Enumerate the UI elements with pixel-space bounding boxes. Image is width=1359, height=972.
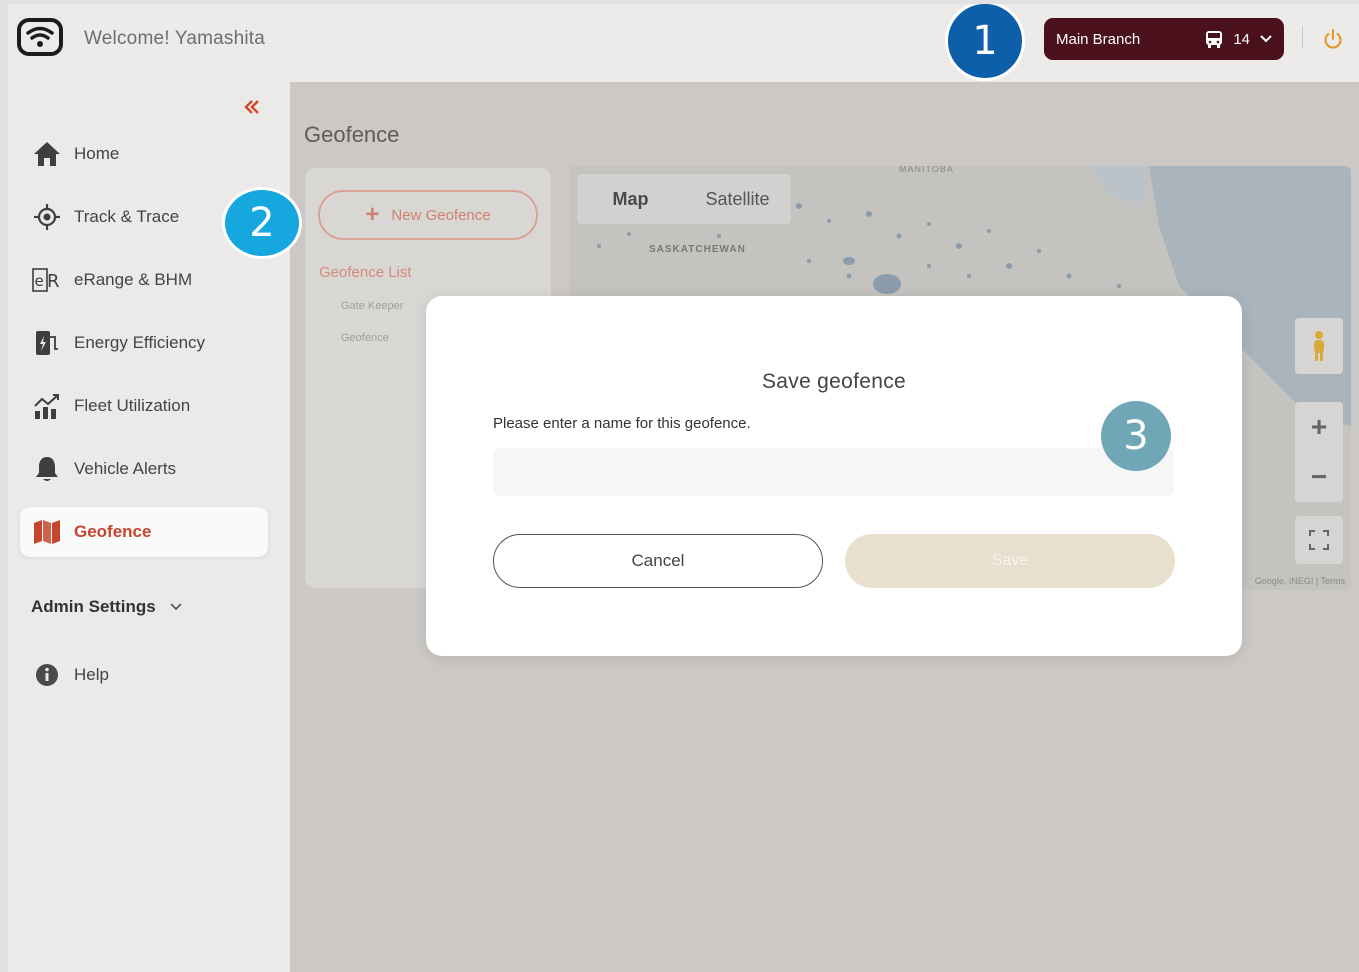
sidebar-item-label: Track & Trace [74, 207, 180, 226]
admin-settings-toggle[interactable]: Admin Settings [31, 597, 182, 617]
zoom-in-icon[interactable]: + [1311, 402, 1327, 452]
sidebar-item-label: Geofence [74, 522, 152, 541]
branch-name: Main Branch [1056, 30, 1141, 48]
map-type-map[interactable]: Map [577, 174, 684, 224]
map-attribution[interactable]: Google, INEGI | Terms [1255, 576, 1345, 586]
callout-marker-3: 3 [1101, 401, 1171, 471]
new-geofence-button[interactable]: + New Geofence [318, 190, 538, 240]
sidebar-item-label: Vehicle Alerts [74, 459, 177, 478]
save-button[interactable]: Save [845, 534, 1175, 588]
svg-text:e: e [35, 272, 44, 290]
sidebar-item-help[interactable]: Help [20, 650, 268, 700]
double-chevron-left-icon[interactable] [244, 100, 260, 114]
sidebar-item-label: Energy Efficiency [74, 333, 206, 352]
save-geofence-dialog: Save geofence Please enter a name for th… [426, 296, 1242, 656]
sidebar-item-erange-bhm[interactable]: eR eRange & BHM [20, 255, 268, 305]
new-geofence-label: New Geofence [391, 206, 491, 224]
street-view-pegman-icon[interactable] [1295, 318, 1343, 374]
sidebar-item-fleet-utilization[interactable]: Fleet Utilization [20, 381, 268, 431]
chevron-down-icon [1260, 35, 1272, 43]
info-icon [32, 660, 62, 690]
map-region-label: MANITOBA [899, 166, 954, 174]
sidebar-item-label: Help [74, 665, 109, 684]
admin-settings-label: Admin Settings [31, 597, 156, 616]
power-icon[interactable] [1322, 28, 1344, 50]
sidebar-item-energy-efficiency[interactable]: Energy Efficiency [20, 318, 268, 368]
wifi-logo-icon[interactable] [17, 18, 63, 56]
zoom-out-icon[interactable]: − [1311, 452, 1327, 502]
cancel-button[interactable]: Cancel [493, 534, 823, 588]
fullscreen-icon[interactable] [1295, 516, 1343, 564]
sidebar-item-label: Fleet Utilization [74, 396, 191, 415]
bus-icon [1206, 31, 1223, 48]
map-type-toggle[interactable]: Map Satellite [577, 174, 791, 224]
plus-icon: + [365, 201, 380, 228]
bell-icon [32, 454, 62, 484]
header-divider [1302, 26, 1303, 48]
map-type-satellite[interactable]: Satellite [684, 174, 791, 224]
dialog-prompt: Please enter a name for this geofence. [493, 415, 751, 432]
callout-marker-2: 2 [222, 187, 302, 259]
page-title: Geofence [304, 122, 400, 147]
callout-marker-1: 1 [945, 4, 1025, 81]
charger-icon [32, 328, 62, 358]
chart-icon [32, 391, 62, 421]
dialog-title: Save geofence [761, 370, 906, 393]
branch-selector-button[interactable]: Main Branch 14 [1044, 18, 1284, 60]
vehicle-count: 14 [1233, 30, 1250, 48]
sidebar-item-label: eRange & BHM [74, 270, 193, 289]
list-item[interactable]: Geofence [341, 332, 389, 344]
sidebar-item-label: Home [74, 144, 120, 163]
geofence-list-heading: Geofence List [319, 264, 412, 281]
sidebar-item-vehicle-alerts[interactable]: Vehicle Alerts [20, 444, 268, 494]
crosshair-icon [32, 202, 62, 232]
sidebar-item-geofence[interactable]: Geofence [20, 507, 268, 557]
list-item[interactable]: Gate Keeper [341, 300, 403, 312]
top-header: Welcome! Yamashita Main Branch 14 [8, 4, 1359, 80]
welcome-text: Welcome! Yamashita [84, 28, 266, 49]
svg-text:R: R [47, 271, 60, 292]
map-icon [32, 517, 62, 547]
app-window: Welcome! Yamashita Main Branch 14 Home T… [8, 4, 1359, 972]
sidebar-item-home[interactable]: Home [20, 129, 268, 179]
home-icon [32, 139, 62, 169]
chevron-down-icon [170, 603, 182, 611]
erange-icon: eR [32, 265, 62, 295]
zoom-controls: + − [1295, 402, 1343, 502]
geofence-name-input[interactable] [493, 448, 1174, 496]
map-region-label: SASKATCHEWAN [649, 244, 746, 255]
